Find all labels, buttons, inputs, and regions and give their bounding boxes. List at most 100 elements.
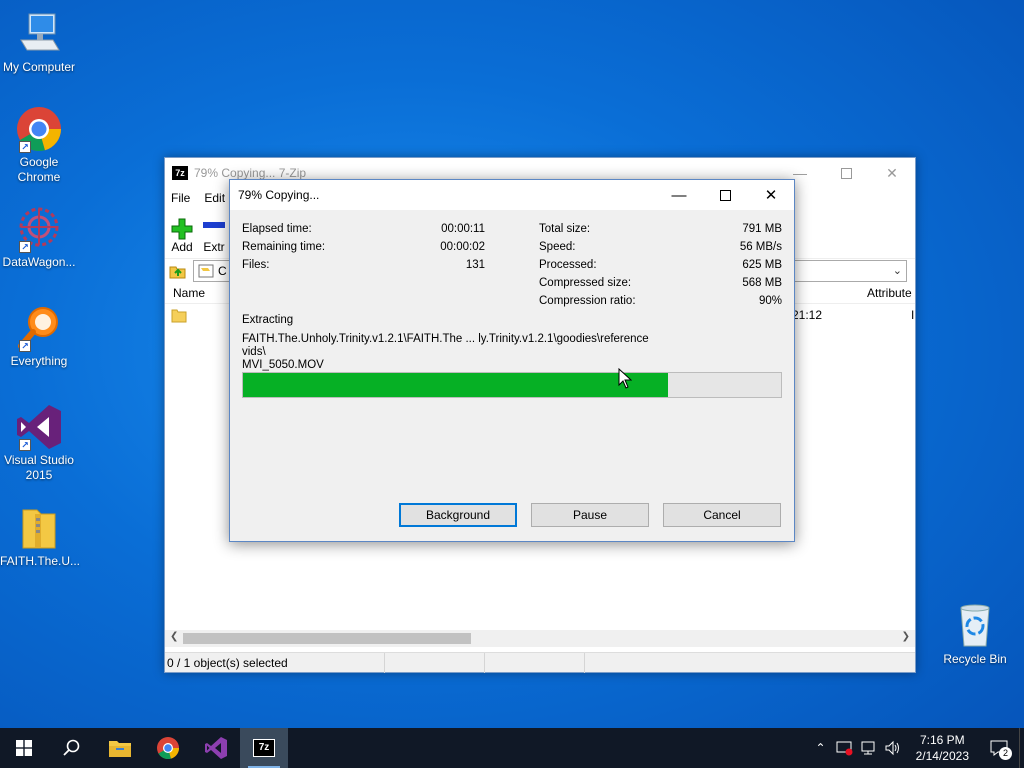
chrome-icon: ↗ [15, 105, 63, 153]
zip-folder-icon [15, 504, 63, 552]
scroll-left-icon[interactable]: ❮ [170, 631, 178, 642]
processed-label: Processed: [539, 259, 597, 271]
main-window-title: 79% Copying... 7-Zip [194, 166, 307, 180]
compressed-size-value: 568 MB [742, 277, 782, 289]
current-file-path: FAITH.The.Unholy.Trinity.v1.2.1\FAITH.Th… [242, 333, 672, 372]
progress-bar-fill [243, 373, 669, 397]
scrollbar-thumb[interactable] [183, 633, 471, 644]
dialog-title: 79% Copying... [238, 188, 320, 202]
desktop-icon-visual-studio[interactable]: ↗ Visual Studio 2015 [0, 403, 78, 483]
desktop-icon-my-computer[interactable]: My Computer [0, 10, 78, 75]
shortcut-arrow-icon: ↗ [19, 141, 31, 153]
address-value: C [218, 263, 227, 278]
desktop-icon-label: Everything [10, 354, 68, 368]
scroll-right-icon[interactable]: ❯ [902, 631, 910, 642]
close-icon: ✕ [764, 187, 778, 204]
dialog-titlebar[interactable]: 79% Copying... — ✕ [230, 180, 794, 210]
magnifier-icon: ↗ [15, 304, 63, 352]
chevron-down-icon[interactable]: ⌄ [893, 264, 902, 277]
desktop-icon-datawagon[interactable]: ↗ DataWagon... [0, 205, 78, 270]
desktop-icon-faith-folder[interactable]: FAITH.The.U... [0, 504, 81, 569]
elapsed-time-value: 00:00:11 [441, 223, 485, 235]
folder-up-icon[interactable] [169, 262, 187, 280]
add-button-label: Add [171, 240, 193, 254]
maximize-icon [840, 167, 852, 179]
files-label: Files: [242, 259, 270, 271]
taskbar-search-button[interactable] [48, 728, 96, 768]
menu-edit[interactable]: Edit [204, 191, 225, 205]
maximize-icon [719, 189, 731, 201]
horizontal-scrollbar[interactable]: ❮ ❯ [165, 630, 915, 647]
system-tray: ⌃ 7:16 PM 2/14/2023 2 [816, 728, 1024, 768]
7zip-app-icon: 7z [172, 166, 188, 180]
remaining-time-value: 00:00:02 [440, 241, 485, 253]
files-value: 131 [465, 259, 485, 271]
tray-expand-icon[interactable]: ⌃ [816, 741, 826, 755]
show-desktop-button[interactable] [1019, 728, 1024, 768]
dialog-minimize-button[interactable]: — [656, 180, 702, 210]
dialog-maximize-button[interactable] [702, 180, 748, 210]
taskbar-7zip[interactable]: 7z [240, 728, 288, 768]
clock-date: 2/14/2023 [915, 749, 969, 763]
start-icon [16, 740, 32, 756]
status-bar: 0 / 1 object(s) selected [165, 652, 915, 673]
add-button[interactable]: Add [171, 218, 193, 254]
compressed-size-label: Compressed size: [539, 277, 632, 289]
row-modified-fragment: 21:12 [792, 308, 823, 322]
main-maximize-button[interactable] [823, 158, 869, 188]
menu-file[interactable]: File [171, 191, 190, 205]
7zip-icon: 7z [253, 739, 275, 757]
speed-label: Speed: [539, 241, 576, 253]
network-icon[interactable] [860, 740, 878, 756]
row-attributes-fragment: I [911, 308, 915, 322]
drive-icon [198, 264, 214, 277]
volume-icon[interactable] [884, 740, 902, 756]
shortcut-arrow-icon: ↗ [19, 241, 31, 253]
taskbar-file-explorer[interactable] [96, 728, 144, 768]
desktop-icon-label: Recycle Bin [943, 652, 1007, 666]
desktop-icon-google-chrome[interactable]: ↗ Google Chrome [0, 105, 78, 185]
desktop-icon-label: FAITH.The.U... [0, 554, 81, 568]
taskbar: 7z ⌃ 7:16 PM 2/14/2023 2 [0, 728, 1024, 768]
minimize-icon: — [671, 186, 687, 204]
progress-bar [242, 372, 782, 398]
close-icon: ✕ [886, 164, 898, 181]
extract-button[interactable]: Extr [203, 218, 225, 254]
security-alert-icon[interactable] [836, 740, 854, 756]
taskbar-chrome[interactable] [144, 728, 192, 768]
processed-value: 625 MB [742, 259, 782, 271]
recycle-bin-icon [951, 602, 999, 650]
operation-label: Extracting [242, 314, 294, 326]
shortcut-arrow-icon: ↗ [19, 340, 31, 352]
compression-ratio-label: Compression ratio: [539, 295, 636, 307]
computer-icon [15, 10, 63, 58]
shortcut-arrow-icon: ↗ [19, 439, 31, 451]
taskbar-visual-studio[interactable] [192, 728, 240, 768]
taskbar-clock[interactable]: 7:16 PM 2/14/2023 [916, 732, 969, 764]
minimize-icon: — [793, 165, 807, 181]
compression-ratio-value: 90% [758, 295, 782, 307]
column-attributes[interactable]: Attribute [867, 286, 912, 300]
search-icon [63, 739, 80, 756]
mouse-cursor-icon [618, 368, 632, 389]
total-size-label: Total size: [539, 223, 591, 235]
start-button[interactable] [0, 728, 48, 768]
file-explorer-icon [109, 741, 131, 757]
status-selection: 0 / 1 object(s) selected [165, 652, 385, 673]
progress-dialog: 79% Copying... — ✕ Elapsed time: 00:00:1… [229, 179, 795, 542]
action-center-button[interactable]: 2 [979, 728, 1019, 768]
current-file-path-line1: FAITH.The.Unholy.Trinity.v1.2.1\FAITH.Th… [242, 333, 649, 358]
main-close-button[interactable]: ✕ [869, 158, 915, 188]
background-button[interactable]: Background [399, 503, 517, 527]
current-file-path-line2: MVI_5050.MOV [242, 359, 324, 371]
pause-button[interactable]: Pause [531, 503, 649, 527]
folder-icon [171, 309, 187, 323]
desktop-icon-everything[interactable]: ↗ Everything [0, 304, 78, 369]
datawagon-icon: ↗ [15, 205, 63, 253]
desktop-icon-label: Visual Studio 2015 [4, 453, 74, 482]
cancel-button[interactable]: Cancel [663, 503, 781, 527]
dialog-close-button[interactable]: ✕ [748, 180, 794, 210]
desktop-icon-recycle-bin[interactable]: Recycle Bin [936, 602, 1014, 667]
elapsed-time-label: Elapsed time: [242, 223, 312, 235]
desktop-icon-label: DataWagon... [2, 255, 76, 269]
